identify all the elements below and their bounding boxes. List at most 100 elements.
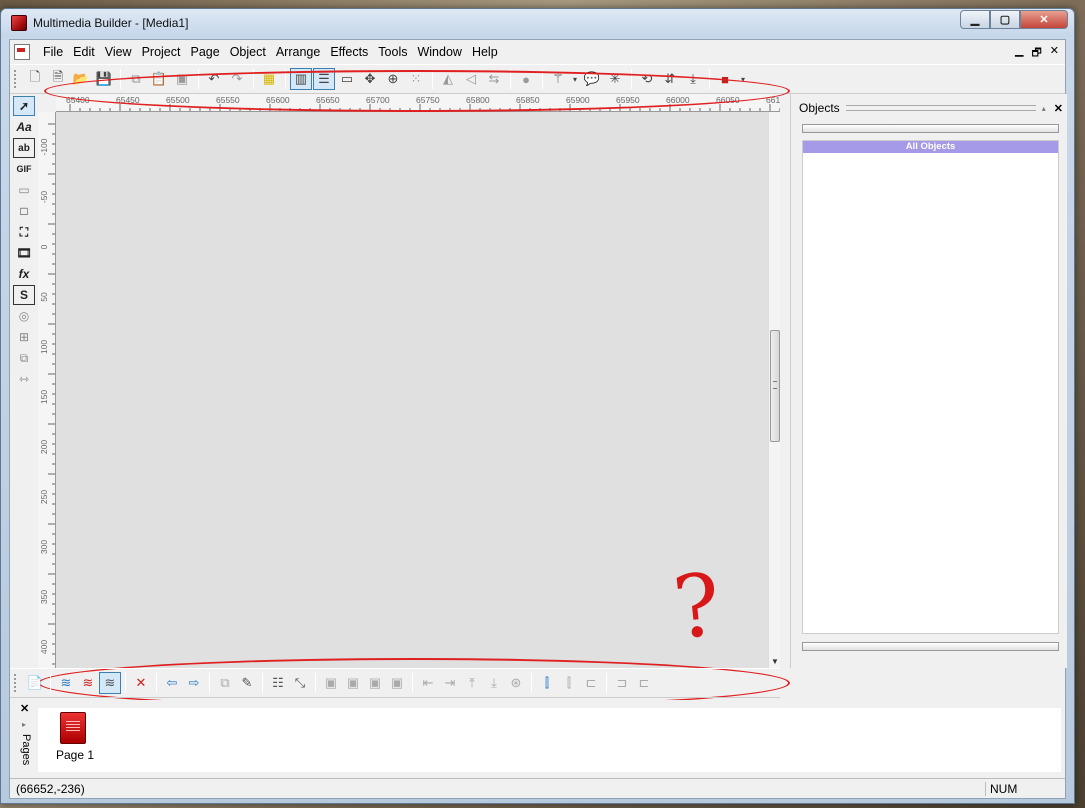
frame-tool-icon[interactable]: ▭ <box>13 180 35 200</box>
select-tool-icon[interactable]: ➚ <box>13 96 35 116</box>
zoom-icon[interactable]: ⊕ <box>382 68 404 90</box>
page-canvas[interactable] <box>56 112 768 668</box>
speech-bubble-icon[interactable]: 💬 <box>581 68 603 90</box>
menu-help[interactable]: Help <box>467 45 503 59</box>
same-size-icon[interactable]: ⊏ <box>580 672 602 694</box>
record-icon[interactable]: ● <box>515 68 537 90</box>
menu-window[interactable]: Window <box>412 45 466 59</box>
lines-icon[interactable]: ☰ <box>313 68 335 90</box>
pages-list[interactable]: Page 1 <box>38 708 1061 772</box>
distribute-h-icon[interactable]: ⫿ <box>536 672 558 694</box>
mirror-icon[interactable]: ◁ <box>460 68 482 90</box>
page-label[interactable]: Page 1 <box>56 748 94 762</box>
distribute-v-icon[interactable]: ⫿ <box>558 672 580 694</box>
sort-icon[interactable]: ⇵ <box>659 68 681 90</box>
crop-tool-icon[interactable]: ⛶ <box>13 222 35 242</box>
dropdown-arrow-icon[interactable]: ▾ <box>737 68 749 90</box>
bring-front-icon[interactable]: ▣ <box>320 672 342 694</box>
sparkle-icon[interactable]: ✳ <box>604 68 626 90</box>
title-bar[interactable]: Multimedia Builder - [Media1] ▁ ▢ ✕ <box>1 9 1074 37</box>
center-icon[interactable]: ⊛ <box>505 672 527 694</box>
flip-icon[interactable]: ◭ <box>437 68 459 90</box>
pin-icon[interactable]: ▴ <box>1042 104 1046 113</box>
save-icon[interactable]: 💾 <box>93 68 115 90</box>
menu-tools[interactable]: Tools <box>373 45 412 59</box>
minimize-button[interactable]: ▁ <box>960 10 990 29</box>
new-icon[interactable]: 🗎 <box>47 68 69 90</box>
copy-icon[interactable]: ⧉ <box>125 68 147 90</box>
menu-arrange[interactable]: Arrange <box>271 45 325 59</box>
align-top-icon[interactable]: ⤒ <box>461 672 483 694</box>
expand-tool-icon[interactable]: ⇿ <box>13 369 35 389</box>
maximize-button[interactable]: ▢ <box>990 10 1020 29</box>
window-tool-icon[interactable]: ⧉ <box>13 348 35 368</box>
refresh-icon[interactable]: ⟲ <box>636 68 658 90</box>
menu-effects[interactable]: Effects <box>325 45 373 59</box>
align-left-icon[interactable]: ⇤ <box>417 672 439 694</box>
grid-icon[interactable]: ▥ <box>290 68 312 90</box>
clone-icon[interactable]: ▣ <box>171 68 193 90</box>
magic-wand-icon[interactable]: ⚚ <box>547 68 569 90</box>
app-icon[interactable] <box>11 15 27 31</box>
scrollbar-thumb[interactable] <box>770 330 780 442</box>
layers-icon[interactable]: ≋ <box>55 672 77 694</box>
gif-tool-icon[interactable]: GIF <box>13 159 35 179</box>
page-properties-icon[interactable]: 📄 <box>24 672 46 694</box>
text-tool-icon[interactable]: Aa <box>13 117 35 137</box>
document-icon[interactable] <box>14 44 30 60</box>
rectangle-tool-icon[interactable]: □ <box>13 201 35 221</box>
mdi-close-button[interactable]: ✕ <box>1050 44 1059 63</box>
menu-object[interactable]: Object <box>225 45 271 59</box>
menu-project[interactable]: Project <box>137 45 186 59</box>
mdi-minimize-button[interactable]: ▁ <box>1015 44 1023 63</box>
objects-panel-close-button[interactable]: ✕ <box>1054 102 1063 115</box>
pages-expand-icon[interactable]: ▸ <box>22 720 26 729</box>
same-height-icon[interactable]: ⊏ <box>633 672 655 694</box>
page-thumbnail-icon[interactable] <box>60 712 86 744</box>
forward-arrow-icon[interactable]: ⇨ <box>183 672 205 694</box>
send-back-icon[interactable]: ▣ <box>342 672 364 694</box>
circle-tool-icon[interactable]: ◎ <box>13 306 35 326</box>
close-button[interactable]: ✕ <box>1020 10 1068 29</box>
red-layers-icon[interactable]: ≋ <box>77 672 99 694</box>
all-objects-item[interactable]: All Objects <box>803 141 1058 153</box>
objects-bottom-bar[interactable] <box>802 642 1059 651</box>
resize-icon[interactable]: ⤡ <box>289 672 311 694</box>
vertical-scrollbar[interactable]: ▼ <box>768 112 780 668</box>
fx-tool-icon[interactable]: fx <box>13 264 35 284</box>
edit-object-icon[interactable]: ✎ <box>236 672 258 694</box>
menu-view[interactable]: View <box>100 45 137 59</box>
menu-file[interactable]: File <box>38 45 68 59</box>
new-page-icon[interactable]: 🗋 <box>24 68 46 90</box>
export-icon[interactable]: ⤓ <box>682 68 704 90</box>
menu-page[interactable]: Page <box>185 45 224 59</box>
scroll-down-arrow-icon[interactable]: ▼ <box>771 657 779 666</box>
textbox-tool-icon[interactable]: ab <box>13 138 35 158</box>
delete-icon[interactable]: ✕ <box>130 672 152 694</box>
toolbar-grip[interactable] <box>14 70 18 88</box>
back-arrow-icon[interactable]: ⇦ <box>161 672 183 694</box>
menu-edit[interactable]: Edit <box>68 45 100 59</box>
layers-active-icon[interactable]: ≋ <box>99 672 121 694</box>
dotted-grid-icon[interactable]: ⁙ <box>405 68 427 90</box>
redo-icon[interactable]: ↷ <box>226 68 248 90</box>
duplicate-icon[interactable]: ⧉ <box>214 672 236 694</box>
film-tool-icon[interactable]: 🎞 <box>13 243 35 263</box>
pages-panel-close-button[interactable]: ✕ <box>20 702 29 715</box>
same-width-icon[interactable]: ⊐ <box>611 672 633 694</box>
dropdown-arrow-icon[interactable]: ▾ <box>570 68 580 90</box>
align-icon[interactable]: ⇆ <box>483 68 505 90</box>
toolbar-grip[interactable] <box>14 674 18 692</box>
move-icon[interactable]: ✥ <box>359 68 381 90</box>
add-object-tool-icon[interactable]: ⊞ <box>13 327 35 347</box>
paste-icon[interactable]: 📋 <box>148 68 170 90</box>
list-icon[interactable]: ☷ <box>267 672 289 694</box>
bitmap-icon[interactable]: ▦ <box>258 68 280 90</box>
undo-icon[interactable]: ↶ <box>203 68 225 90</box>
mdi-restore-button[interactable]: 🗗 <box>1031 44 1041 63</box>
cube-icon[interactable]: ■ <box>714 68 736 90</box>
align-bottom-icon[interactable]: ⤓ <box>483 672 505 694</box>
send-backward-icon[interactable]: ▣ <box>386 672 408 694</box>
align-right-icon[interactable]: ⇥ <box>439 672 461 694</box>
objects-top-bar[interactable] <box>802 124 1059 133</box>
